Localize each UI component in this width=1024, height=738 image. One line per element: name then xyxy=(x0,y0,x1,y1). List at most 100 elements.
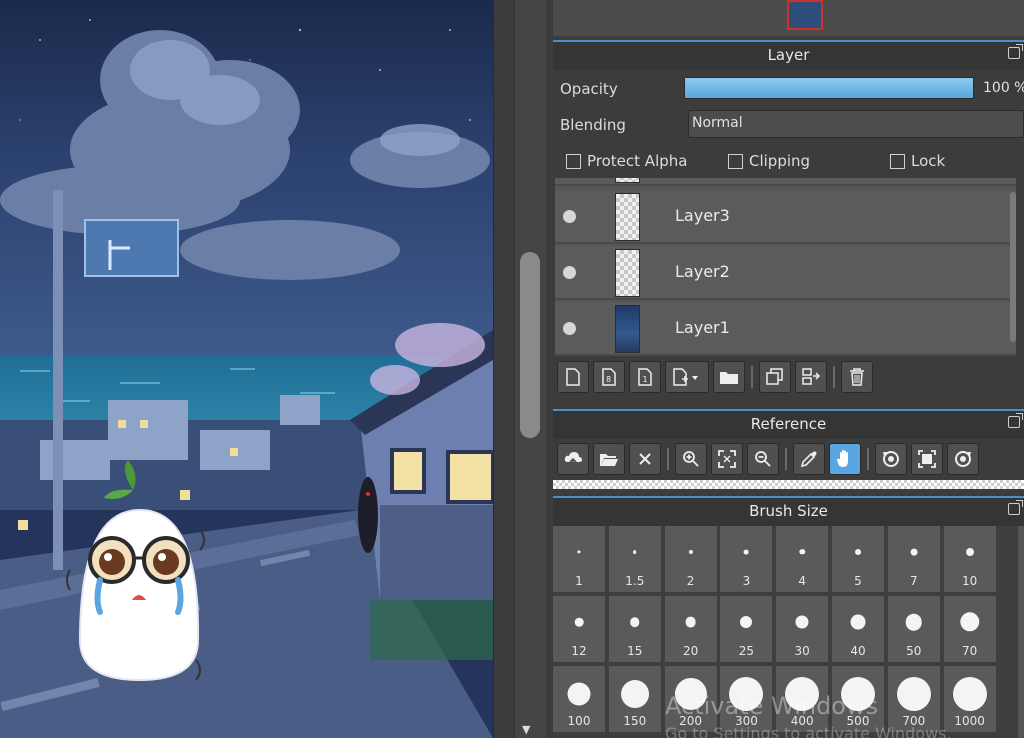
visibility-toggle-icon[interactable] xyxy=(563,210,576,223)
brush-preview-dot xyxy=(740,616,753,628)
rotate-left-icon[interactable] xyxy=(875,443,907,475)
brush-size-panel-title: Brush Size xyxy=(749,502,828,520)
zoom-in-icon[interactable] xyxy=(675,443,707,475)
visibility-toggle-icon[interactable] xyxy=(563,322,576,335)
layer-list-scrollbar[interactable] xyxy=(1010,192,1016,342)
layer-thumbnail xyxy=(615,305,640,353)
brush-preview-dot xyxy=(855,549,861,555)
eyedropper-icon[interactable] xyxy=(793,443,825,475)
protect-alpha-checkbox[interactable]: Protect Alpha xyxy=(566,152,687,170)
popout-icon[interactable] xyxy=(1008,500,1023,515)
new-layer-icon[interactable] xyxy=(557,361,589,393)
brush-size-700[interactable]: 700 xyxy=(887,666,940,732)
brush-preview-dot xyxy=(905,613,923,631)
brush-size-label: 2 xyxy=(686,574,695,588)
brush-size-40[interactable]: 40 xyxy=(832,596,884,662)
brush-size-10[interactable]: 10 xyxy=(943,526,996,592)
brush-size-100[interactable]: 100 xyxy=(553,666,605,732)
layer-thumbnail xyxy=(615,249,640,297)
popout-icon[interactable] xyxy=(1008,44,1023,59)
add-layer-menu-icon[interactable] xyxy=(665,361,709,393)
opacity-slider[interactable] xyxy=(684,77,974,99)
brush-size-70[interactable]: 70 xyxy=(943,596,996,662)
lock-label: Lock xyxy=(911,152,946,170)
fit-icon[interactable] xyxy=(711,443,743,475)
opacity-value: 100 % xyxy=(983,80,1024,96)
drawing-canvas[interactable] xyxy=(0,0,493,738)
navigator-thumbnail[interactable] xyxy=(787,0,823,30)
layer-panel-title: Layer xyxy=(767,46,810,64)
brush-preview-dot xyxy=(577,550,581,554)
layer-thumbnail xyxy=(615,193,640,241)
brush-preview-dot xyxy=(620,680,649,708)
brush-size-5[interactable]: 5 xyxy=(832,526,884,592)
actual-size-icon[interactable] xyxy=(911,443,943,475)
brush-preview-dot xyxy=(688,549,693,555)
delete-layer-icon[interactable] xyxy=(841,361,873,393)
folder-icon[interactable] xyxy=(713,361,745,393)
reference-image-strip[interactable] xyxy=(553,480,1024,489)
protect-alpha-label: Protect Alpha xyxy=(587,152,688,170)
brush-preview-dot xyxy=(850,614,866,630)
brush-size-30[interactable]: 30 xyxy=(776,596,829,662)
checkbox-box[interactable] xyxy=(728,153,743,169)
toolbar-separator xyxy=(785,448,787,470)
visibility-toggle-icon[interactable] xyxy=(563,266,576,279)
layer-row-partial[interactable] xyxy=(555,178,1016,186)
rotate-right-icon[interactable] xyxy=(947,443,979,475)
clipping-checkbox[interactable]: Clipping xyxy=(728,152,810,170)
brush-size-7[interactable]: 7 xyxy=(887,526,940,592)
svg-text:8: 8 xyxy=(606,375,611,384)
brush-preview-dot xyxy=(896,677,931,711)
brush-size-15[interactable]: 15 xyxy=(608,596,661,662)
brush-grid-scrollbar[interactable] xyxy=(1018,526,1024,738)
brush-preview-dot xyxy=(965,548,974,556)
brush-size-150[interactable]: 150 xyxy=(608,666,661,732)
brush-size-25[interactable]: 25 xyxy=(720,596,773,662)
checkbox-box[interactable] xyxy=(566,153,581,169)
layer-row-layer3[interactable]: Layer3 xyxy=(555,190,1016,244)
brush-size-50[interactable]: 50 xyxy=(887,596,940,662)
brush-size-3[interactable]: 3 xyxy=(720,526,773,592)
cloud-open-icon[interactable] xyxy=(557,443,589,475)
duplicate-layer-icon[interactable] xyxy=(759,361,791,393)
brush-size-4[interactable]: 4 xyxy=(776,526,829,592)
brush-size-1[interactable]: 1 xyxy=(553,526,605,592)
brush-size-label: 40 xyxy=(850,644,866,658)
app-window: ▼ Layer Opacity 100 % Blending Normal Pr… xyxy=(0,0,1024,738)
brush-size-1-5[interactable]: 1.5 xyxy=(608,526,661,592)
blending-mode-select[interactable]: Normal xyxy=(688,110,1024,138)
brush-size-20[interactable]: 20 xyxy=(664,596,717,662)
brush-size-label: 1 xyxy=(575,574,583,588)
canvas-vertical-scrollbar[interactable]: ▼ xyxy=(493,0,547,738)
brush-size-label: 1.5 xyxy=(625,574,645,588)
brush-size-1000[interactable]: 1000 xyxy=(943,666,996,732)
scrollbar-thumb[interactable] xyxy=(520,252,540,438)
new-8bit-layer-icon[interactable]: 8 xyxy=(593,361,625,393)
popout-icon[interactable] xyxy=(1008,413,1023,428)
toolbar-separator xyxy=(833,366,835,388)
hand-icon[interactable] xyxy=(829,443,861,475)
brush-size-12[interactable]: 12 xyxy=(553,596,605,662)
brush-size-label: 20 xyxy=(682,644,699,658)
scroll-down-arrow-icon[interactable]: ▼ xyxy=(522,724,530,736)
layer-row-layer1[interactable]: Layer1 xyxy=(555,302,1016,356)
new-1bit-layer-icon[interactable]: 1 xyxy=(629,361,661,393)
close-icon[interactable] xyxy=(629,443,661,475)
folder-open-icon[interactable] xyxy=(593,443,625,475)
brush-size-label: 4 xyxy=(798,574,806,588)
toolbar-separator xyxy=(751,366,753,388)
lock-checkbox[interactable]: Lock xyxy=(890,152,945,170)
brush-preview-dot xyxy=(959,612,980,632)
layer-list[interactable]: Layer3 Layer2 Layer1 xyxy=(555,178,1016,356)
merge-down-icon[interactable] xyxy=(795,361,827,393)
blending-mode-value: Normal xyxy=(692,115,743,131)
brush-size-2[interactable]: 2 xyxy=(664,526,717,592)
zoom-out-icon[interactable] xyxy=(747,443,779,475)
brush-preview-dot xyxy=(574,617,584,627)
activate-windows-watermark: Activate Windows xyxy=(665,692,879,720)
brush-preview-dot xyxy=(685,616,697,628)
layer-row-layer2[interactable]: Layer2 xyxy=(555,246,1016,300)
brush-preview-dot xyxy=(952,677,987,711)
checkbox-box[interactable] xyxy=(890,153,905,169)
